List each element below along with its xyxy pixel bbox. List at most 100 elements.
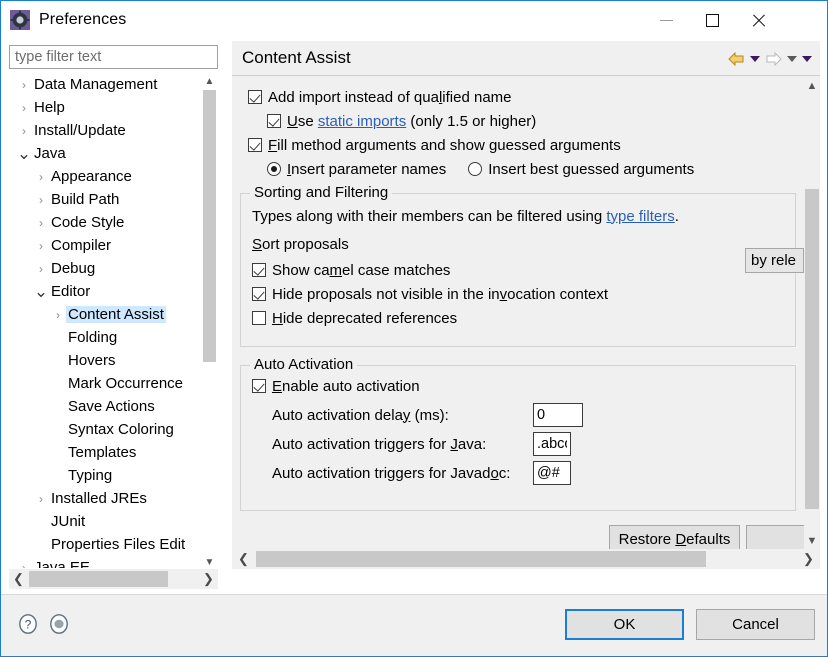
sidebar-item-label: Hovers [68,352,116,369]
checkbox-icon[interactable] [252,379,266,393]
radio-label: Insert best guessed arguments [488,160,695,178]
sidebar-item-install-update[interactable]: › Install/Update [10,119,206,142]
scroll-right-icon[interactable]: ❯ [799,549,818,569]
back-arrow-icon[interactable] [728,51,745,66]
restore-defaults-button[interactable]: Restore Defaults [609,525,740,549]
sidebar-item-java[interactable]: ⌄ Java [10,142,206,165]
sidebar-item-appearance[interactable]: › Appearance [10,165,206,188]
chevron-right-icon[interactable]: › [33,492,49,506]
sidebar-item-code-style[interactable]: › Code Style [10,211,206,234]
radio-icon[interactable] [267,162,281,176]
sidebar-item-build-path[interactable]: › Build Path [10,188,206,211]
checkbox-icon[interactable] [252,311,266,325]
sidebar-item-editor[interactable]: ⌄ Editor [10,280,206,303]
maximize-icon [705,13,719,27]
sidebar-item-properties-files-edit[interactable]: Properties Files Edit [10,533,206,556]
radio-insert-parameter-names[interactable]: Insert parameter names [267,161,446,178]
sidebar-item-label: Debug [51,260,96,277]
scroll-down-icon[interactable]: ▼ [202,554,217,568]
static-imports-link[interactable]: static imports [318,113,406,130]
chevron-down-icon[interactable]: ⌄ [33,283,49,300]
sidebar-item-data-management[interactable]: › Data Management [10,73,206,96]
sorting-and-filtering-group: Sorting and Filtering Types along with t… [240,184,796,347]
sidebar-item-templates[interactable]: Templates [10,441,206,464]
checkbox-show-camel-case[interactable]: Show camel case matches [252,258,795,282]
sidebar-item-junit[interactable]: JUnit [10,510,206,533]
sidebar-item-java-ee[interactable]: › Java EE [10,556,206,569]
checkbox-hide-proposals-not-visible[interactable]: Hide proposals not visible in the invoca… [252,282,795,306]
cancel-label: Cancel [732,616,779,633]
chevron-right-icon[interactable]: › [16,124,32,138]
sidebar-item-save-actions[interactable]: Save Actions [10,395,206,418]
scroll-right-icon[interactable]: ❯ [199,569,218,589]
chevron-right-icon[interactable]: › [16,561,32,569]
panel-vertical-scrollbar[interactable]: ▲ ▼ [804,77,820,549]
back-dropdown-caret-icon[interactable] [750,55,760,62]
scroll-left-icon[interactable]: ❮ [234,549,253,569]
close-button[interactable] [735,1,781,39]
sidebar-item-folding[interactable]: Folding [10,326,206,349]
sidebar-item-help[interactable]: › Help [10,96,206,119]
checkbox-hide-deprecated-references[interactable]: Hide deprecated references [252,306,795,330]
tree-vertical-scrollbar[interactable]: ▲ ▼ [202,73,217,568]
scrollbar-thumb[interactable] [805,189,819,509]
scroll-up-icon[interactable]: ▲ [804,77,820,94]
checkbox-use-static-imports[interactable]: Use static imports (only 1.5 or higher) [267,109,804,133]
scrollbar-thumb[interactable] [29,571,168,587]
panel-menu-caret-icon[interactable] [802,55,812,62]
type-filters-link[interactable]: type filters [606,208,674,225]
help-question-icon[interactable]: ? [17,613,39,635]
scrollbar-thumb[interactable] [256,551,706,567]
scroll-up-icon[interactable]: ▲ [202,73,217,89]
auto-activation-delay-input[interactable] [533,403,583,427]
sidebar-item-typing[interactable]: Typing [10,464,206,487]
cancel-button[interactable]: Cancel [696,609,815,640]
auto-activation-triggers-javadoc-input[interactable] [533,461,571,485]
sidebar-item-content-assist[interactable]: › Content Assist [10,303,206,326]
chevron-right-icon[interactable]: › [33,239,49,253]
checkbox-icon[interactable] [248,90,262,104]
checkbox-fill-method-arguments[interactable]: Fill method arguments and show guessed a… [248,133,804,157]
chevron-down-icon[interactable]: ⌄ [16,145,32,162]
sidebar-item-compiler[interactable]: › Compiler [10,234,206,257]
apply-disc-icon[interactable] [48,613,70,635]
chevron-right-icon[interactable]: › [33,170,49,184]
chevron-right-icon[interactable]: › [33,262,49,276]
panel-header: Content Assist [232,41,820,76]
radio-insert-best-guessed-arguments[interactable]: Insert best guessed arguments [468,161,694,178]
chevron-right-icon[interactable]: › [50,308,66,322]
checkbox-icon[interactable] [252,287,266,301]
maximize-button[interactable] [689,1,735,39]
restore-defaults-label: Restore Defaults [618,530,731,548]
chevron-right-icon[interactable]: › [16,101,32,115]
chevron-right-icon[interactable]: › [33,193,49,207]
sidebar-item-installed-jres[interactable]: › Installed JREs [10,487,206,510]
checkbox-enable-auto-activation[interactable]: Enable auto activation [252,374,795,398]
chevron-right-icon[interactable]: › [33,216,49,230]
scroll-left-icon[interactable]: ❮ [9,569,28,589]
chevron-right-icon[interactable]: › [16,78,32,92]
panel-horizontal-scrollbar[interactable]: ❮ ❯ [232,549,820,569]
sidebar-item-syntax-coloring[interactable]: Syntax Coloring [10,418,206,441]
sidebar-item-hovers[interactable]: Hovers [10,349,206,372]
sidebar-item-mark-occurrence[interactable]: Mark Occurrence [10,372,206,395]
sidebar-item-debug[interactable]: › Debug [10,257,206,280]
tree-horizontal-scrollbar[interactable]: ❮ ❯ [9,569,218,589]
auto-activation-triggers-java-input[interactable] [533,432,571,456]
scrollbar-thumb[interactable] [203,90,216,362]
sort-proposals-combo[interactable]: by rele [745,248,804,273]
scroll-down-icon[interactable]: ▼ [804,532,820,549]
checkbox-icon[interactable] [248,138,262,152]
preferences-tree: › Data Management › Help › Install/Update ⌄ Jav… [9,72,218,569]
radio-icon[interactable] [468,162,483,176]
sidebar-item-label: Install/Update [34,122,126,139]
checkbox-icon[interactable] [267,114,281,128]
ok-button[interactable]: OK [565,609,684,640]
panel-content-inner: Add import instead of qualified name Use… [232,77,820,549]
minimize-button[interactable] [643,1,689,39]
checkbox-add-import[interactable]: Add import instead of qualified name [248,85,804,109]
search-input[interactable] [9,45,218,69]
page-title: Content Assist [242,48,351,67]
checkbox-icon[interactable] [252,263,266,277]
sidebar-item-label: Help [34,99,65,116]
